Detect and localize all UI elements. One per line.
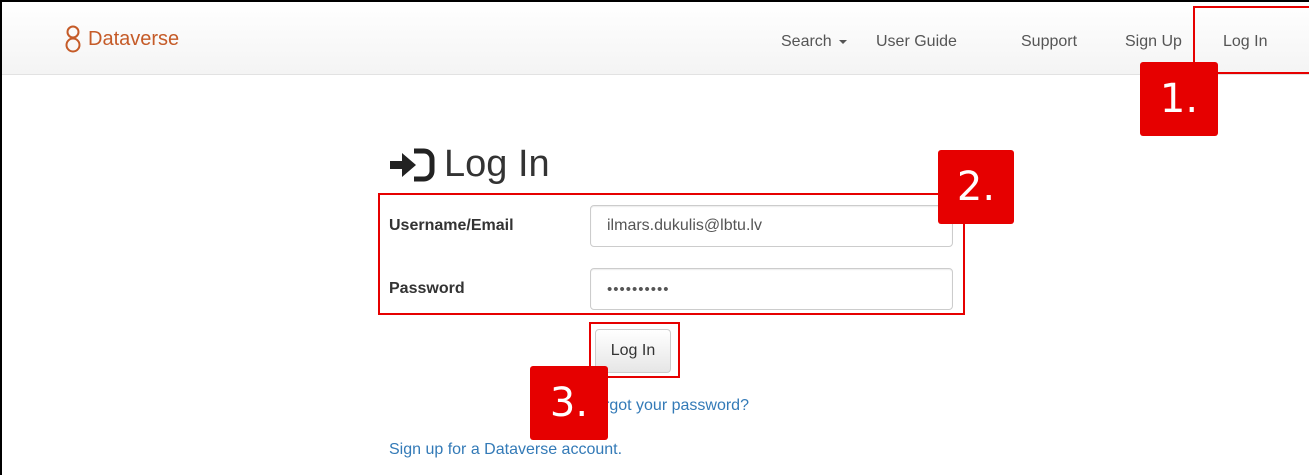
nav-support[interactable]: Support (1021, 33, 1077, 51)
navbar: Dataverse Search User Guide Support Sign… (2, 2, 1309, 75)
forgot-password-link[interactable]: rgot your password? (604, 397, 749, 415)
brand-name: Dataverse (88, 27, 180, 50)
nav-search-label: Search (781, 33, 832, 50)
brand-logo-link[interactable]: Dataverse (64, 24, 179, 54)
step-1-badge: 1. (1140, 62, 1218, 136)
dataverse-logo-icon (65, 25, 81, 53)
caret-down-icon (838, 39, 847, 44)
page-title-text: Log In (444, 143, 550, 185)
nav-user-guide[interactable]: User Guide (876, 33, 957, 51)
nav-sign-up[interactable]: Sign Up (1125, 33, 1182, 51)
page-title: Log In (388, 143, 550, 186)
step-3-badge: 3. (530, 366, 608, 440)
highlight-box-2 (378, 193, 965, 315)
nav-search-dropdown[interactable]: Search (781, 33, 847, 51)
sign-in-icon (390, 148, 435, 181)
signup-link[interactable]: Sign up for a Dataverse account. (389, 441, 622, 459)
step-2-badge: 2. (938, 150, 1014, 224)
